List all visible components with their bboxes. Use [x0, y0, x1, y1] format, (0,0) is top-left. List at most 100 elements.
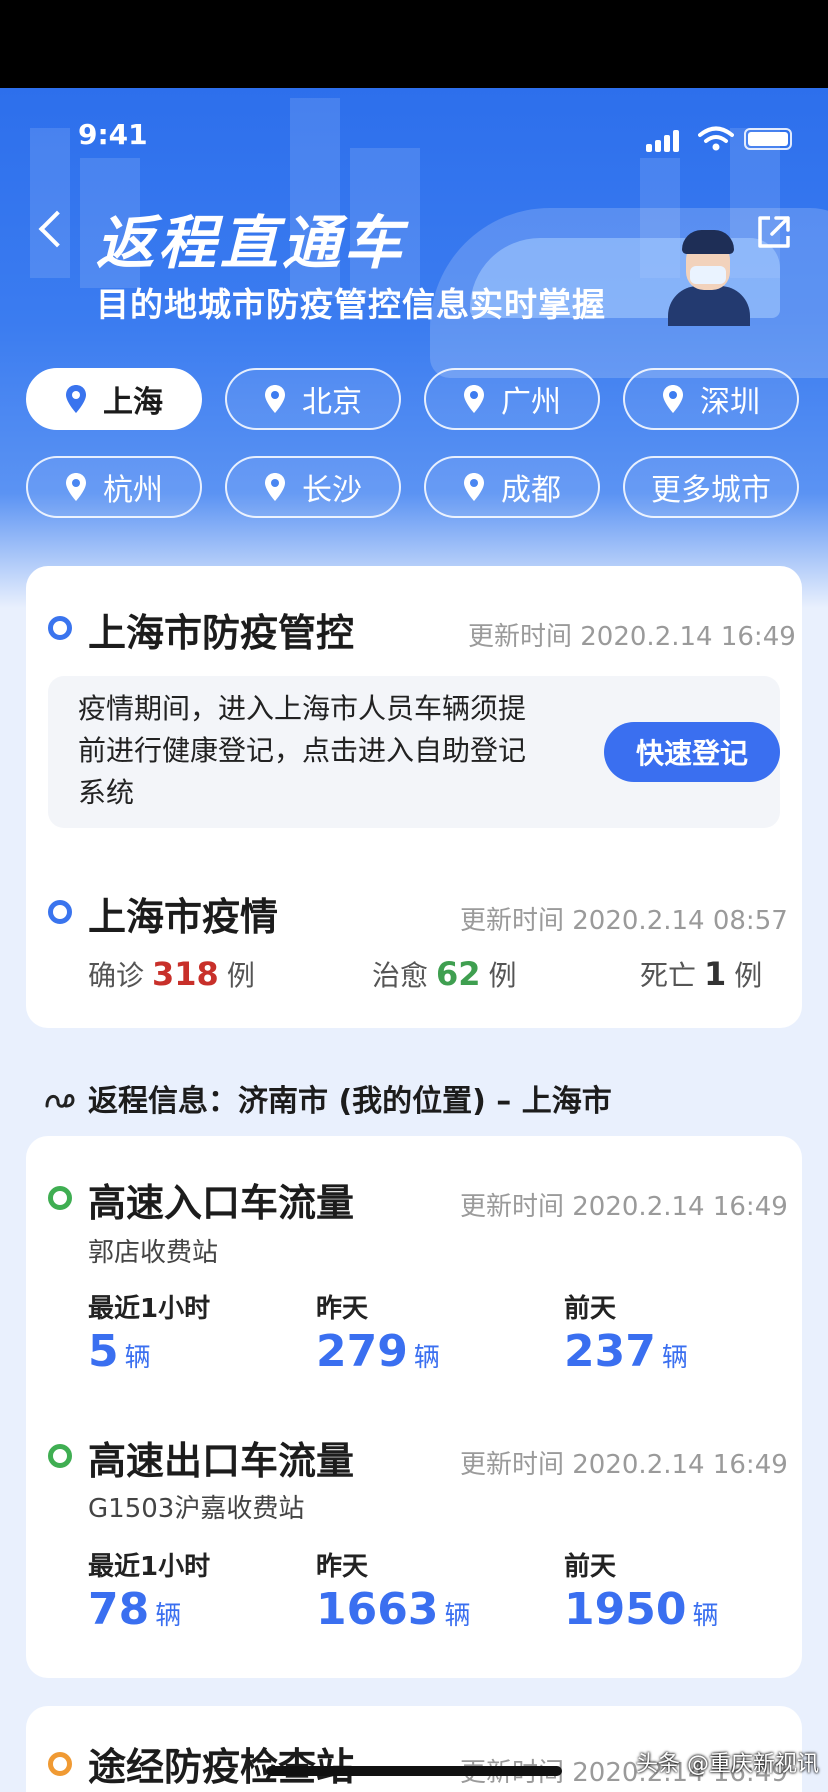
value-unit: 辆	[124, 1343, 151, 1373]
hero-banner	[0, 88, 828, 608]
status-time: 9:41	[78, 118, 148, 151]
value-number: 1950	[564, 1584, 687, 1635]
city-chip-label: 深圳	[700, 385, 760, 420]
watermark: 头条 @重庆新视讯	[636, 1752, 819, 1777]
cured-label: 治愈	[372, 959, 429, 992]
share-icon[interactable]	[752, 210, 796, 254]
entry-value-day-before: 237 辆	[564, 1326, 688, 1377]
entry-label-day-before: 前天	[564, 1294, 617, 1324]
notice-text: 疫情期间，进入上海市人员车辆须提前进行健康登记，点击进入自助登记系统	[78, 692, 527, 809]
section-dot-icon	[48, 900, 72, 924]
driver-illustration	[668, 286, 750, 326]
city-chip-label: 杭州	[103, 473, 163, 508]
signal-icon	[664, 135, 670, 152]
value-number: 78	[88, 1584, 150, 1635]
exit-station: G1503沪嘉收费站	[88, 1494, 305, 1524]
checkpoints-title: 途经防疫检查站	[88, 1745, 355, 1789]
route-icon	[45, 1094, 75, 1108]
location-pin-icon	[464, 385, 484, 413]
city-chip-beijing[interactable]: 北京	[225, 368, 401, 430]
entry-label-hour: 最近1小时	[88, 1294, 211, 1324]
control-updated-time: 更新时间 2020.2.14 16:49	[468, 622, 796, 652]
epidemic-title: 上海市疫情	[88, 895, 279, 939]
cured-stat: 治愈 62 例	[372, 954, 517, 994]
city-chip-label: 北京	[302, 385, 362, 420]
exit-value-yesterday: 1663 辆	[316, 1584, 470, 1635]
exit-label-day-before: 前天	[564, 1552, 617, 1582]
more-cities-label: 更多城市	[651, 473, 771, 508]
control-title: 上海市防疫管控	[88, 611, 355, 655]
section-dot-icon	[48, 1752, 72, 1776]
quick-register-button[interactable]: 快速登记	[604, 722, 780, 782]
page-title: 返程直通车	[96, 209, 407, 277]
exit-value-hour: 78 辆	[88, 1584, 181, 1635]
epidemic-updated-time: 更新时间 2020.2.14 08:57	[460, 906, 788, 936]
entry-label-yesterday: 昨天	[316, 1294, 369, 1324]
value-unit: 辆	[413, 1343, 440, 1373]
city-chip-chengdu[interactable]: 成都	[424, 456, 600, 518]
more-cities-button[interactable]: 更多城市	[623, 456, 799, 518]
exit-label-yesterday: 昨天	[316, 1552, 369, 1582]
section-dot-icon	[48, 616, 72, 640]
city-chip-shanghai[interactable]: 上海	[26, 368, 202, 430]
city-chip-hangzhou[interactable]: 杭州	[26, 456, 202, 518]
value-unit: 辆	[444, 1601, 471, 1631]
back-button[interactable]	[30, 204, 76, 260]
city-chip-label: 上海	[103, 385, 163, 420]
battery-icon	[744, 128, 792, 150]
value-number: 5	[88, 1326, 119, 1377]
registration-notice: 疫情期间，进入上海市人员车辆须提前进行健康登记，点击进入自助登记系统 快速登记	[48, 676, 780, 828]
exit-label-hour: 最近1小时	[88, 1552, 211, 1582]
location-pin-icon	[265, 473, 285, 501]
confirmed-unit: 例	[226, 959, 255, 992]
wifi-icon	[698, 126, 734, 151]
confirmed-count: 318	[152, 955, 219, 993]
city-chip-shenzhen[interactable]: 深圳	[623, 368, 799, 430]
home-indicator[interactable]	[266, 1766, 562, 1776]
confirmed-stat: 确诊 318 例	[88, 954, 255, 994]
value-unit: 辆	[661, 1343, 688, 1373]
value-number: 279	[316, 1326, 408, 1377]
location-pin-icon	[66, 385, 86, 413]
chevron-left-icon	[38, 210, 76, 248]
route-info: 返程信息：济南市 (我的位置) – 上海市	[44, 1076, 612, 1120]
value-number: 237	[564, 1326, 656, 1377]
route-text: 返程信息：济南市 (我的位置) – 上海市	[88, 1084, 612, 1119]
entry-value-hour: 5辆	[88, 1326, 151, 1377]
exit-flow-updated-time: 更新时间 2020.2.14 16:49	[460, 1450, 788, 1480]
section-dot-icon	[48, 1444, 72, 1468]
driver-hair-illustration	[682, 230, 734, 254]
exit-value-day-before: 1950 辆	[564, 1584, 718, 1635]
city-chip-changsha[interactable]: 长沙	[225, 456, 401, 518]
cured-unit: 例	[488, 959, 517, 992]
value-unit: 辆	[155, 1601, 182, 1631]
city-chip-guangzhou[interactable]: 广州	[424, 368, 600, 430]
traffic-flow-card: 高速入口车流量 更新时间 2020.2.14 16:49 郭店收费站 最近1小时…	[26, 1136, 802, 1678]
city-chip-label: 广州	[501, 385, 561, 420]
death-label: 死亡	[640, 959, 697, 992]
city-chip-label: 长沙	[302, 473, 362, 508]
section-dot-icon	[48, 1186, 72, 1210]
status-icons	[646, 126, 796, 152]
entry-station: 郭店收费站	[88, 1238, 219, 1268]
location-pin-icon	[66, 473, 86, 501]
page-subtitle: 目的地城市防疫管控信息实时掌握	[96, 285, 606, 324]
confirmed-label: 确诊	[88, 959, 145, 992]
city-chip-label: 成都	[501, 473, 561, 508]
value-number: 1663	[316, 1584, 439, 1635]
top-black-bar	[0, 0, 828, 88]
signal-icon	[646, 144, 652, 152]
entry-value-yesterday: 279 辆	[316, 1326, 440, 1377]
cured-count: 62	[436, 955, 481, 993]
signal-icon	[655, 140, 661, 152]
value-unit: 辆	[692, 1601, 719, 1631]
entry-flow-updated-time: 更新时间 2020.2.14 16:49	[460, 1192, 788, 1222]
death-stat: 死亡 1 例	[640, 954, 762, 994]
entry-flow-title: 高速入口车流量	[88, 1181, 355, 1225]
exit-flow-title: 高速出口车流量	[88, 1439, 355, 1483]
location-pin-icon	[265, 385, 285, 413]
location-pin-icon	[464, 473, 484, 501]
shanghai-info-card: 上海市防疫管控 更新时间 2020.2.14 16:49 疫情期间，进入上海市人…	[26, 566, 802, 1028]
signal-icon	[673, 130, 679, 152]
death-unit: 例	[734, 959, 763, 992]
